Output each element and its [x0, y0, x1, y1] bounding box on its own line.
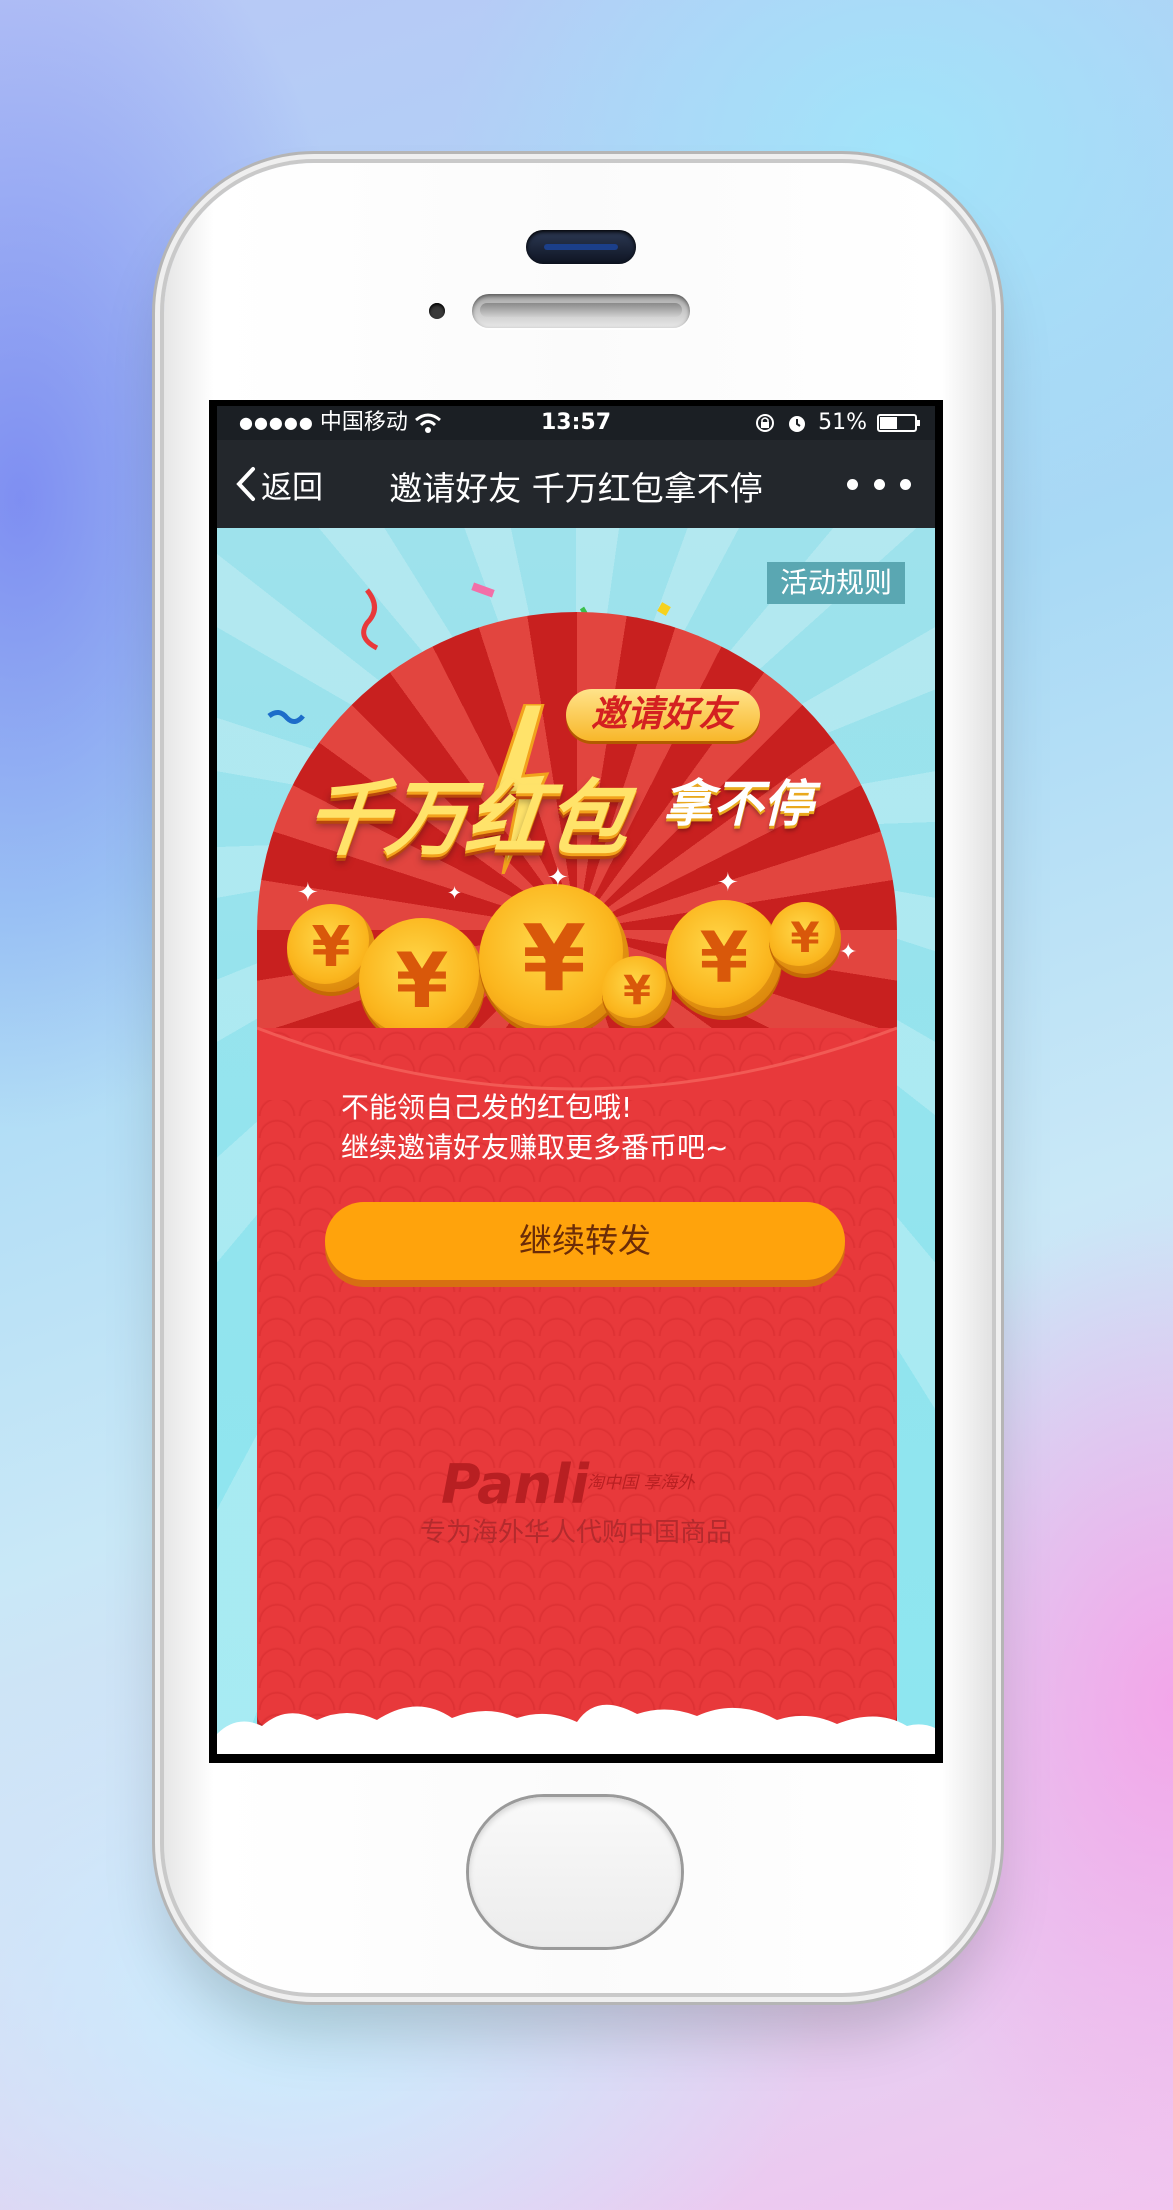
sparkle-icon: ✦: [547, 863, 569, 893]
banner-badge: 邀请好友: [566, 689, 760, 741]
cloud-decoration: [217, 1704, 935, 1754]
alarm-icon: [789, 416, 806, 432]
phone-screen: ●●●●● 中国移动 13:57 51% 返回 邀请好友 千万红包拿不停 活动规…: [209, 400, 943, 1763]
message-line-1: 不能领自己发的红包哦!: [341, 1091, 633, 1124]
home-button[interactable]: [469, 1797, 681, 1947]
panli-logo: Panli: [441, 1453, 590, 1516]
sparkle-icon: ✦: [717, 868, 739, 898]
page-title: 邀请好友 千万红包拿不停: [389, 469, 763, 508]
envelope-message: 不能领自己发的红包哦! 继续邀请好友赚取更多番币吧~: [341, 1088, 861, 1168]
more-menu-button[interactable]: [847, 464, 911, 504]
nav-bar: 返回 邀请好友 千万红包拿不停: [217, 440, 935, 528]
rotation-lock-icon: [756, 414, 775, 432]
front-sensor: [526, 230, 636, 264]
battery-percent: 51%: [818, 410, 867, 435]
status-bar: ●●●●● 中国移动 13:57 51%: [217, 406, 935, 440]
front-camera: [429, 303, 445, 319]
status-right: 51%: [754, 406, 921, 440]
sparkle-icon: ✦: [839, 940, 858, 965]
message-line-2: 继续邀请好友赚取更多番币吧~: [341, 1131, 729, 1164]
sparkle-icon: ✦: [447, 883, 463, 904]
campaign-page: 活动规则 邀请好友 千万红包 拿不停 ¥ ¥ ¥ ¥ ¥ ¥ ✦ ✦ ✦ ✦ ✦: [217, 528, 935, 1754]
battery-icon: [877, 414, 920, 432]
coin-icon: ¥: [769, 902, 841, 974]
panli-slogan: 淘中国 享海外: [587, 1473, 695, 1493]
continue-forward-button[interactable]: 继续转发: [325, 1202, 845, 1280]
envelope-flap-edge: [257, 1026, 897, 1100]
brand-tagline: 专为海外华人代购中国商品: [419, 1518, 732, 1548]
banner-title-sub: 拿不停: [663, 775, 813, 833]
sparkle-icon: ✦: [297, 878, 319, 908]
more-dot-icon: [900, 478, 911, 490]
earpiece-speaker: [472, 294, 690, 328]
more-dot-icon: [847, 478, 858, 490]
more-dot-icon: [873, 478, 885, 490]
banner-title: 千万红包: [301, 772, 632, 867]
